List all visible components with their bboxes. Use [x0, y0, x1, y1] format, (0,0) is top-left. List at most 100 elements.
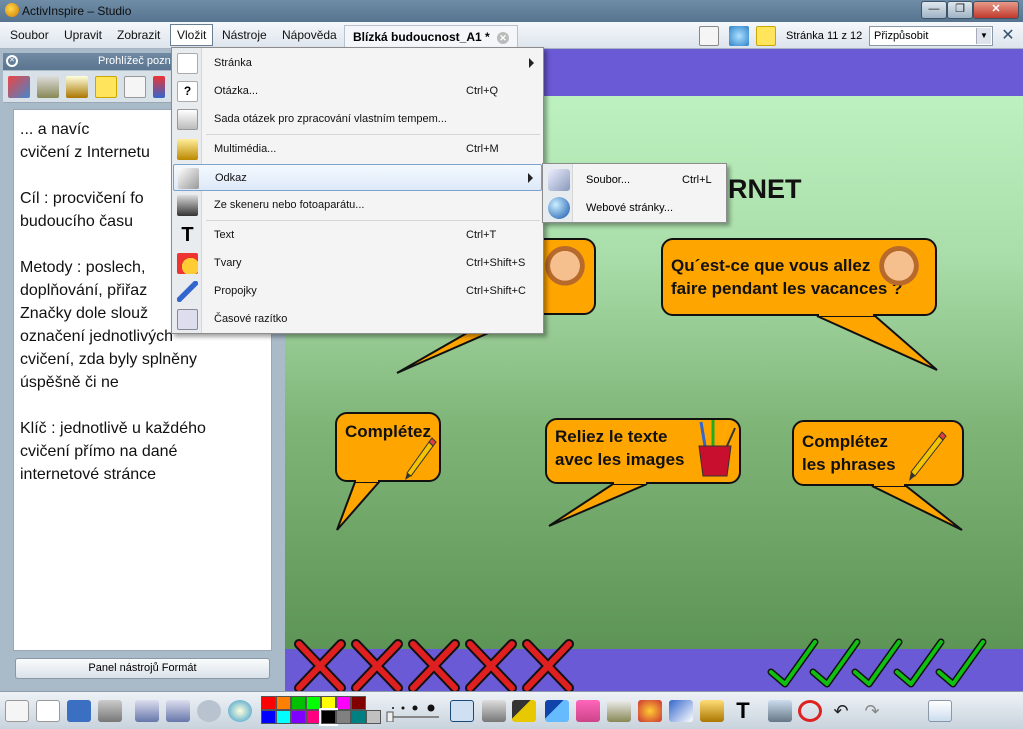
page-heading: RNET [728, 174, 802, 204]
menu-item-stranka[interactable]: Stránka [173, 50, 542, 77]
reset-icon[interactable] [798, 700, 822, 722]
document-tab[interactable]: Blízká budoucnost_A1 * ✕ [344, 25, 519, 47]
menu-item-otazka[interactable]: ? Otázka... Ctrl+Q [173, 78, 542, 105]
dashboard-icon[interactable] [36, 700, 60, 722]
submenu-item-shortcut: Ctrl+L [682, 174, 712, 186]
color-swatch[interactable] [336, 696, 351, 710]
connector-icon [177, 281, 198, 302]
menu-item-tvary[interactable]: Tvary Ctrl+Shift+S [173, 250, 542, 277]
select-arrow-icon[interactable] [450, 700, 474, 722]
menu-item-sada-otazek[interactable]: Sada otázek pro zpracování vlastním temp… [173, 106, 542, 133]
document-tab-label: Blízká budoucnost_A1 * [353, 30, 490, 44]
eraser-icon[interactable] [576, 700, 600, 722]
next-page-icon[interactable] [166, 700, 190, 722]
main-menu-icon[interactable] [5, 700, 29, 722]
previous-page-icon[interactable] [135, 700, 159, 722]
object-browser-tab-icon[interactable] [66, 76, 88, 98]
desktop-annotate-icon[interactable] [928, 700, 952, 722]
color-swatch[interactable] [276, 696, 291, 710]
menu-item-shortcut: Ctrl+Shift+S [466, 257, 526, 269]
pen-icon[interactable] [512, 700, 536, 722]
color-swatch[interactable] [351, 696, 366, 710]
maximize-button[interactable]: ❐ [947, 1, 973, 19]
close-tab-icon[interactable]: ✕ [497, 32, 510, 44]
minimize-button[interactable]: — [921, 1, 947, 19]
menu-napoveda[interactable]: Nápověda [282, 28, 337, 42]
resource-browser-tab-icon[interactable] [37, 76, 59, 98]
text-tool-icon[interactable]: T [731, 700, 755, 722]
menu-item-casove-razitko[interactable]: Časové razítko [173, 306, 542, 333]
menu-separator [206, 134, 540, 135]
menu-item-odkaz[interactable]: Odkaz [173, 164, 542, 191]
menu-vlozit[interactable]: Vložit [170, 24, 214, 46]
highlighter-icon[interactable] [545, 700, 569, 722]
connector-icon[interactable] [669, 700, 693, 722]
color-swatch[interactable] [261, 710, 276, 724]
multimedia-icon[interactable] [700, 700, 724, 722]
menu-item-label: Otázka... [214, 85, 259, 97]
fill-icon[interactable] [607, 700, 631, 722]
submenu-item-soubor[interactable]: Soubor... Ctrl+L [544, 166, 725, 194]
color-swatch[interactable] [276, 710, 291, 724]
speech-bubble-tail [816, 312, 938, 371]
snowflake-icon[interactable] [729, 26, 749, 46]
tools-icon[interactable] [98, 700, 122, 722]
play-icon[interactable] [197, 700, 221, 722]
menu-soubor[interactable]: Soubor [10, 28, 49, 42]
menu-item-label: Odkaz [215, 172, 247, 184]
pencil-icon [405, 437, 437, 480]
undo-icon[interactable]: ↶ [829, 700, 853, 722]
color-swatch[interactable] [321, 696, 336, 710]
close-button[interactable]: ✕ [973, 1, 1019, 19]
page-browser-tab-icon[interactable] [8, 76, 30, 98]
notes-icon[interactable] [756, 26, 776, 46]
menu-item-shortcut: Ctrl+Shift+C [466, 285, 526, 297]
menu-item-multimedia[interactable]: Multimédia... Ctrl+M [173, 136, 542, 163]
menu-upravit[interactable]: Upravit [64, 28, 102, 42]
monkey-face-icon [877, 246, 921, 290]
format-toolbar-button[interactable]: Panel nástrojů Formát [15, 658, 270, 679]
page-browser-icon[interactable] [699, 26, 719, 46]
menu-item-label: Ze skeneru nebo fotoaparátu... [214, 199, 365, 211]
menu-zobrazit[interactable]: Zobrazit [117, 28, 160, 42]
fullscreen-icon[interactable]: ✕ [998, 27, 1018, 45]
submenu-item-webove-stranky[interactable]: Webové stránky... [544, 194, 725, 222]
shapes-icon [177, 253, 198, 274]
color-swatch[interactable] [261, 696, 276, 710]
chevron-down-icon[interactable]: ▼ [976, 28, 991, 44]
menu-item-label: Multimédia... [214, 143, 277, 155]
notes-browser-tab-icon[interactable] [95, 76, 117, 98]
color-swatch[interactable] [291, 696, 306, 710]
menu-nastroje[interactable]: Nástroje [222, 28, 267, 42]
pencil-icon [909, 431, 947, 481]
menu-item-propojky[interactable]: Propojky Ctrl+Shift+C [173, 278, 542, 305]
action-browser-tab-icon[interactable] [153, 76, 165, 98]
zoom-dropdown[interactable]: Přizpůsobit ▼ [869, 26, 993, 46]
tool-box-icon[interactable] [482, 700, 506, 722]
menu-item-label: Tvary [214, 257, 242, 269]
color-swatch-selected[interactable] [319, 708, 338, 726]
menu-item-shortcut: Ctrl+T [466, 229, 497, 241]
color-swatch[interactable] [306, 710, 321, 724]
page-indicator: Stránka 11 z 12 [786, 30, 863, 42]
color-swatch[interactable] [336, 710, 351, 724]
clear-icon[interactable] [768, 700, 792, 722]
color-swatch[interactable] [351, 710, 366, 724]
insert-menu: Stránka ? Otázka... Ctrl+Q Sada otázek p… [171, 47, 544, 334]
color-swatch[interactable] [291, 710, 306, 724]
panel-close-icon[interactable]: ✕ [6, 55, 18, 67]
redo-icon[interactable]: ↷ [860, 700, 884, 722]
property-browser-tab-icon[interactable] [124, 76, 146, 98]
color-swatch[interactable] [306, 696, 321, 710]
menu-item-text[interactable]: T Text Ctrl+T [173, 222, 542, 249]
menu-item-label: Stránka [214, 57, 252, 69]
window-title: ActivInspire – Studio [22, 4, 132, 18]
browser-icon[interactable] [228, 700, 252, 722]
signature-icon[interactable] [67, 700, 91, 722]
color-swatch[interactable] [366, 710, 381, 724]
submenu-arrow-icon [528, 173, 533, 183]
timestamp-icon [177, 309, 198, 330]
shape-icon[interactable] [638, 700, 662, 722]
menu-item-skener[interactable]: Ze skeneru nebo fotoaparátu... [173, 192, 542, 219]
pen-width-slider[interactable] [385, 700, 441, 722]
